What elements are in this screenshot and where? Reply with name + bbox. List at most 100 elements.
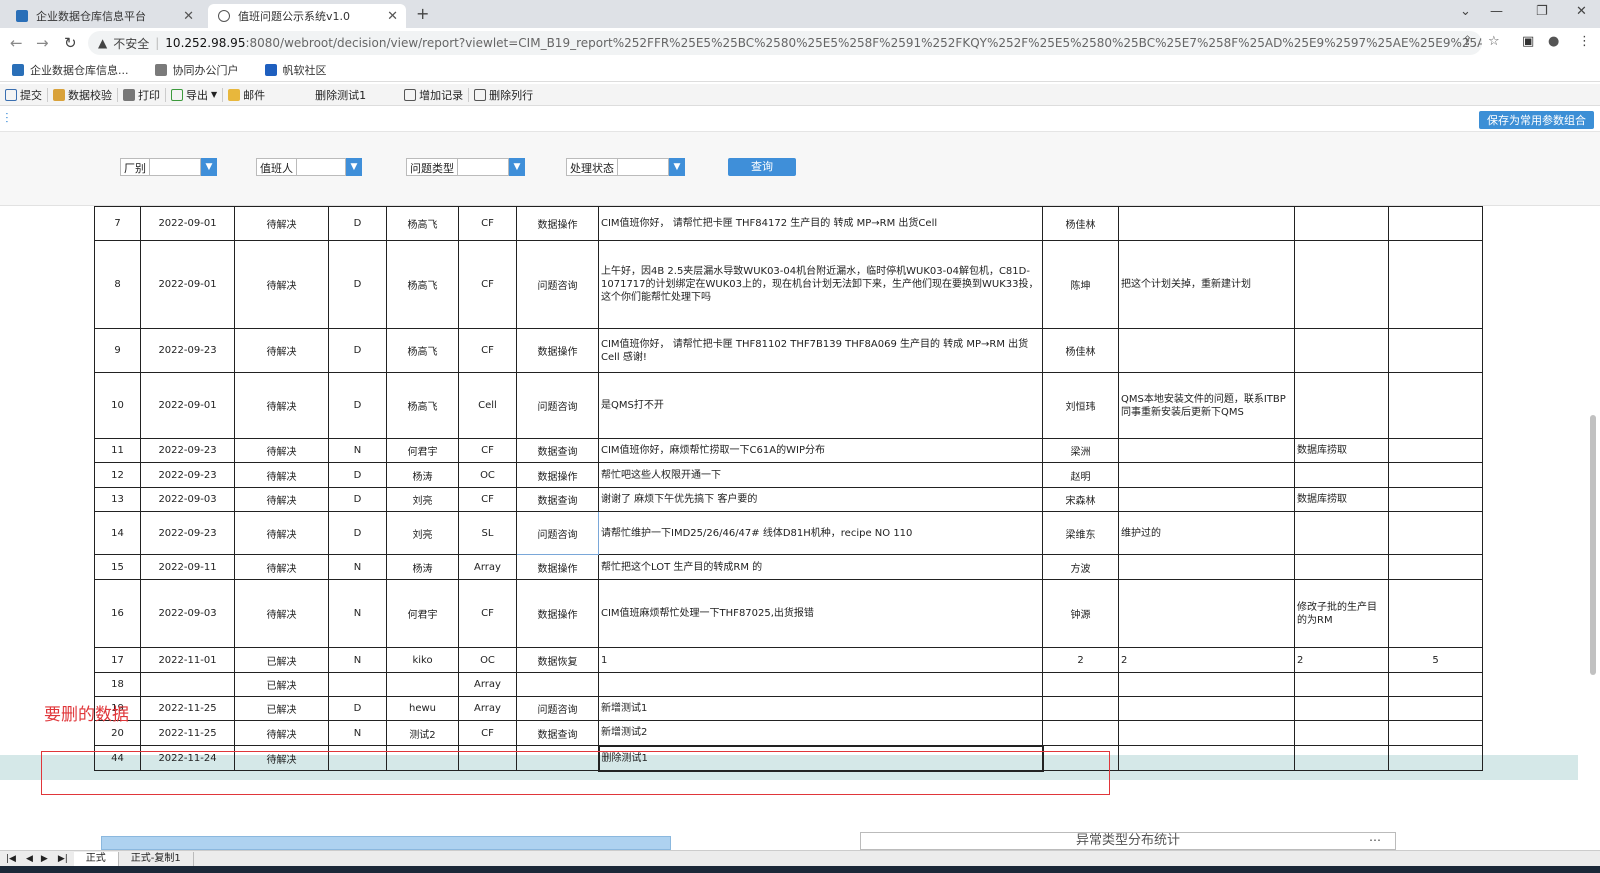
table-cell[interactable]: 已解决 xyxy=(234,672,329,697)
table-cell[interactable] xyxy=(1294,745,1389,771)
table-row[interactable]: 8 2022-09-01 待解决 D 杨高飞 CF 问题咨询 上午好，因4B 2.5夹层漏水导… xyxy=(94,240,1483,329)
table-row[interactable]: 15 2022-09-11 待解决 N 杨涛 Array 数据操作 帮忙把这个LOT 生产目的… xyxy=(94,554,1483,580)
delete-test-button[interactable]: 删除测试1 xyxy=(310,87,371,103)
table-cell[interactable] xyxy=(1294,372,1389,439)
table-cell[interactable] xyxy=(1118,554,1295,580)
table-cell[interactable]: 2022-11-25 xyxy=(140,720,235,746)
table-cell[interactable]: 数据操作 xyxy=(516,462,599,488)
table-cell[interactable]: 待解决 xyxy=(234,240,329,329)
table-cell[interactable]: hewu xyxy=(386,696,459,721)
table-cell[interactable]: CF xyxy=(458,438,517,463)
table-cell[interactable]: 1 xyxy=(598,647,1043,673)
table-cell[interactable] xyxy=(1118,672,1295,697)
table-cell[interactable]: 杨佳林 xyxy=(1042,206,1119,241)
email-button[interactable]: 邮件 xyxy=(223,87,270,103)
browser-tab-inactive[interactable]: 企业数据仓库信息平台 ✕ xyxy=(6,4,202,28)
close-icon[interactable]: ✕ xyxy=(387,9,398,24)
table-cell[interactable]: 2022-11-01 xyxy=(140,647,235,673)
table-cell[interactable] xyxy=(1388,511,1483,555)
issue-type-select[interactable]: 问题类型 ▼ xyxy=(406,158,525,176)
table-cell[interactable]: 2 xyxy=(1294,647,1389,673)
table-cell[interactable]: 待解决 xyxy=(234,206,329,241)
table-cell[interactable] xyxy=(1388,372,1483,439)
table-cell[interactable]: 杨高飞 xyxy=(386,240,459,329)
table-cell[interactable] xyxy=(1042,696,1119,721)
table-cell[interactable]: 帮忙吧这些人权限开通一下 xyxy=(598,462,1043,488)
table-cell[interactable]: 帮忙把这个LOT 生产目的转成RM 的 xyxy=(598,554,1043,580)
validate-button[interactable]: 数据校验 xyxy=(48,87,117,103)
menu-icon[interactable]: ⋮ xyxy=(1578,34,1591,49)
table-cell[interactable]: 待解决 xyxy=(234,462,329,488)
table-cell[interactable]: 杨高飞 xyxy=(386,372,459,439)
sheet-tab-formal[interactable]: 正式 xyxy=(73,851,119,866)
table-cell[interactable]: CIM值班你好， 请帮忙把卡匣 THF81102 THF7B139 THF8A0… xyxy=(598,328,1043,373)
table-cell[interactable]: 2022-09-03 xyxy=(140,579,235,648)
table-row[interactable]: 13 2022-09-03 待解决 D 刘亮 CF 数据查询 谢谢了 麻烦下午优先搞下 客户要… xyxy=(94,487,1483,512)
table-cell[interactable] xyxy=(516,672,599,697)
reload-icon[interactable]: ↻ xyxy=(64,34,77,52)
forward-icon[interactable]: → xyxy=(36,34,49,52)
table-cell[interactable]: D xyxy=(328,372,387,439)
table-cell[interactable]: SL xyxy=(458,511,517,555)
table-cell[interactable] xyxy=(1118,328,1295,373)
chevron-down-icon[interactable]: ▼ xyxy=(201,158,217,176)
factory-select[interactable]: 厂别 ▼ xyxy=(120,158,217,176)
table-cell[interactable]: Array xyxy=(458,696,517,721)
table-cell[interactable]: 2022-09-03 xyxy=(140,487,235,512)
table-cell[interactable] xyxy=(1294,206,1389,241)
table-cell[interactable]: 把这个计划关掉，重新建计划 xyxy=(1118,240,1295,329)
table-cell[interactable]: OC xyxy=(458,462,517,488)
chevron-down-icon[interactable]: ▼ xyxy=(346,158,362,176)
table-cell[interactable]: 17 xyxy=(94,647,141,673)
table-cell[interactable]: 2022-09-23 xyxy=(140,438,235,463)
prev-sheet-icon[interactable]: ◀ xyxy=(22,854,37,864)
table-cell[interactable] xyxy=(1388,579,1483,648)
table-cell[interactable] xyxy=(598,672,1043,697)
table-cell[interactable] xyxy=(1118,720,1295,746)
table-cell[interactable]: 13 xyxy=(94,487,141,512)
table-cell[interactable]: 数据查询 xyxy=(516,487,599,512)
table-cell[interactable]: 数据查询 xyxy=(516,438,599,463)
table-cell[interactable]: D xyxy=(328,696,387,721)
profile-icon[interactable]: ● xyxy=(1548,34,1559,49)
table-cell[interactable] xyxy=(140,672,235,697)
delete-row-button[interactable]: 删除列行 xyxy=(469,87,538,103)
table-cell[interactable]: 梁维东 xyxy=(1042,511,1119,555)
table-cell[interactable]: CF xyxy=(458,579,517,648)
table-cell[interactable]: 15 xyxy=(94,554,141,580)
table-cell[interactable]: 数据操作 xyxy=(516,206,599,241)
table-cell[interactable] xyxy=(1118,206,1295,241)
table-cell[interactable]: 何君宇 xyxy=(386,438,459,463)
table-cell[interactable]: 2022-09-01 xyxy=(140,240,235,329)
table-cell[interactable] xyxy=(1388,328,1483,373)
table-row[interactable]: 10 2022-09-01 待解决 D 杨高飞 Cell 问题咨询 是QMS打不开 刘恒玮 QMS… xyxy=(94,372,1483,439)
export-button[interactable]: 导出 ▼ xyxy=(166,87,222,103)
table-cell[interactable]: 梁洲 xyxy=(1042,438,1119,463)
table-cell[interactable]: CF xyxy=(458,206,517,241)
bookmark-item[interactable]: 协同办公门户 xyxy=(154,62,239,78)
sheet-tab-copy[interactable]: 正式-复制1 xyxy=(119,851,194,866)
minimize-icon[interactable]: — xyxy=(1490,4,1503,19)
table-cell[interactable]: N xyxy=(328,720,387,746)
table-cell[interactable] xyxy=(1294,554,1389,580)
table-cell[interactable]: 2022-09-01 xyxy=(140,206,235,241)
table-cell[interactable]: CF xyxy=(458,240,517,329)
table-cell[interactable]: 钟源 xyxy=(1042,579,1119,648)
table-cell[interactable]: OC xyxy=(458,647,517,673)
table-cell[interactable]: 待解决 xyxy=(234,328,329,373)
table-cell[interactable] xyxy=(1118,487,1295,512)
close-window-icon[interactable]: ✕ xyxy=(1576,4,1587,19)
bookmark-item[interactable]: 帆软社区 xyxy=(264,62,327,78)
table-cell[interactable]: 待解决 xyxy=(234,438,329,463)
table-cell[interactable] xyxy=(1388,240,1483,329)
table-cell[interactable]: 刘亮 xyxy=(386,511,459,555)
table-cell[interactable]: CF xyxy=(458,720,517,746)
table-cell[interactable] xyxy=(1294,462,1389,488)
sidebar-icon[interactable]: ▣ xyxy=(1522,34,1534,49)
table-cell[interactable]: Array xyxy=(458,672,517,697)
table-cell[interactable] xyxy=(328,672,387,697)
table-row[interactable]: 9 2022-09-23 待解决 D 杨高飞 CF 数据操作 CIM值班你好， 请帮忙把卡匣 … xyxy=(94,328,1483,373)
table-cell[interactable]: 方波 xyxy=(1042,554,1119,580)
table-row[interactable]: 17 2022-11-01 已解决 Nkiko OC 数据恢复 1 2 2 2 5 xyxy=(94,647,1483,673)
table-cell[interactable]: N xyxy=(328,554,387,580)
